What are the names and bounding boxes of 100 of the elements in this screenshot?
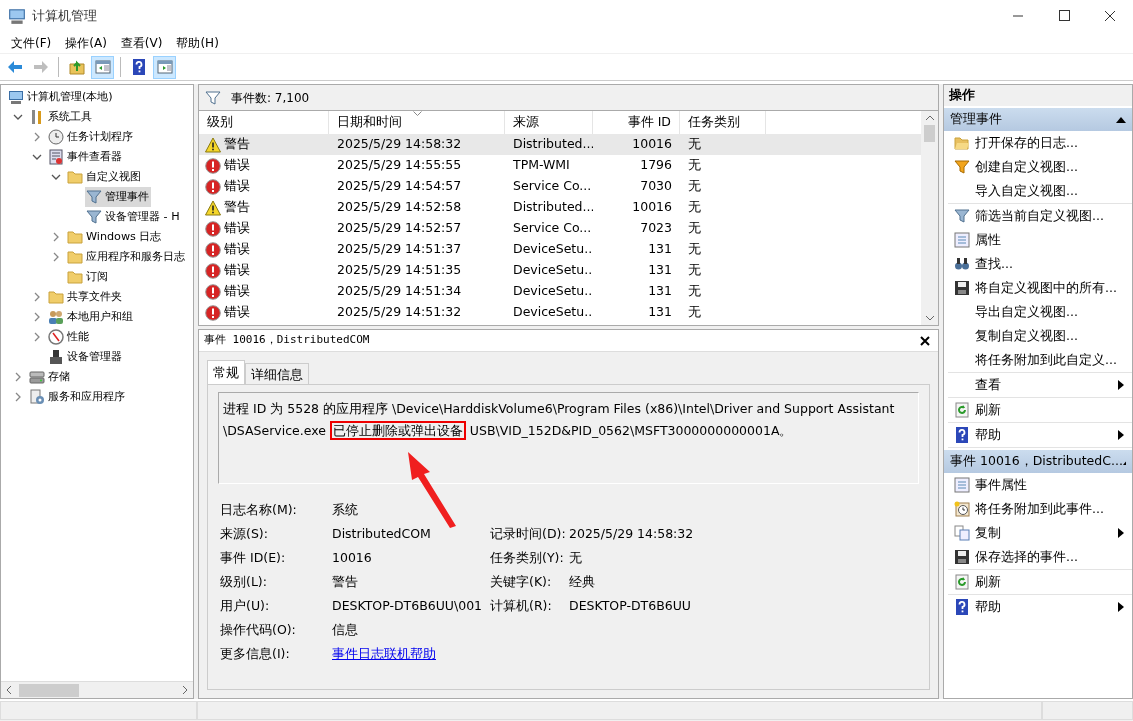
tree-item[interactable]: 共享文件夹 bbox=[47, 287, 124, 307]
tree-item[interactable]: 计算机管理(本地) bbox=[7, 87, 115, 107]
tree-item[interactable]: 订阅 bbox=[66, 267, 110, 287]
action-label: 将任务附加到此事件... bbox=[975, 499, 1104, 518]
show-tree-button[interactable] bbox=[91, 55, 114, 79]
error-icon bbox=[205, 220, 221, 237]
action-item[interactable]: 帮助 bbox=[948, 423, 1132, 447]
tree-item[interactable]: 设备管理器 bbox=[47, 347, 124, 367]
tree-item[interactable]: 本地用户和组 bbox=[47, 307, 135, 327]
tree-item[interactable]: 管理事件 bbox=[85, 187, 151, 207]
tree-item[interactable]: 系统工具 bbox=[28, 107, 94, 127]
action-item[interactable]: 将任务附加到此自定义... bbox=[948, 348, 1132, 372]
action-item[interactable]: 将自定义视图中的所有... bbox=[948, 276, 1132, 300]
action-item[interactable]: 刷新 bbox=[948, 398, 1132, 422]
tree-item[interactable]: 任务计划程序 bbox=[47, 127, 135, 147]
error-icon bbox=[205, 283, 221, 300]
table-row[interactable]: 错误 2025/5/29 14:52:57 Service Co... 7023 无 bbox=[199, 218, 921, 239]
menu-item[interactable]: 文件(F) bbox=[4, 33, 59, 52]
tree-item[interactable]: 事件查看器 bbox=[47, 147, 124, 167]
folder-icon bbox=[67, 249, 83, 265]
table-cell-text: Service Co... bbox=[512, 219, 593, 238]
scrollbar-thumb[interactable] bbox=[19, 683, 79, 697]
tree-item[interactable]: 自定义视图 bbox=[66, 167, 143, 187]
action-item[interactable]: 帮助 bbox=[948, 595, 1132, 619]
tree-item[interactable]: 存储 bbox=[28, 367, 72, 387]
table-cell-text: 7030 bbox=[639, 177, 673, 196]
table-row[interactable]: 错误 2025/5/29 14:51:32 DeviceSetu... 131 无 bbox=[199, 302, 921, 323]
action-item[interactable]: 筛选当前自定义视图... bbox=[948, 204, 1132, 228]
action-item[interactable]: 属性 bbox=[948, 228, 1132, 252]
section-header[interactable]: 事件 10016，DistributedC... bbox=[944, 450, 1132, 473]
event-count: 事件数: 7,100 bbox=[231, 89, 310, 107]
log-book-icon bbox=[48, 149, 64, 165]
tree-item[interactable]: 服务和应用程序 bbox=[28, 387, 127, 407]
action-label: 筛选当前自定义视图... bbox=[975, 206, 1104, 225]
computer-icon bbox=[8, 7, 26, 25]
field-label: 级别(L): bbox=[220, 572, 268, 591]
warning-icon bbox=[205, 136, 221, 153]
table-row[interactable]: 警告 2025/5/29 14:52:58 Distributed... 10016 无 bbox=[199, 197, 921, 218]
tab[interactable]: 常规 bbox=[207, 360, 245, 384]
menu-item[interactable]: 查看(V) bbox=[113, 33, 170, 52]
table-cell-text: 131 bbox=[647, 303, 673, 322]
clock-icon bbox=[954, 501, 970, 517]
scrollbar-thumb[interactable] bbox=[924, 125, 935, 142]
table-row[interactable]: 错误 2025/5/29 14:51:35 DeviceSetu... 131 无 bbox=[199, 260, 921, 281]
help-link[interactable]: 事件日志联机帮助 bbox=[332, 644, 436, 664]
action-item[interactable]: 导出自定义视图... bbox=[948, 300, 1132, 324]
filter-icon bbox=[205, 89, 221, 106]
table-cell-text: 2025/5/29 14:52:57 bbox=[336, 219, 463, 238]
action-item[interactable]: 导入自定义视图... bbox=[948, 179, 1132, 203]
table-row[interactable]: 错误 2025/5/29 14:55:55 TPM-WMI 1796 无 bbox=[199, 155, 921, 176]
disk-drive-icon bbox=[29, 369, 45, 385]
field-value: DESKTOP-DT6B6UU\001 bbox=[332, 596, 484, 615]
action-item[interactable]: 刷新 bbox=[948, 570, 1132, 594]
table-cell-text: 131 bbox=[647, 240, 673, 259]
menu-item[interactable]: 操作(A) bbox=[58, 33, 114, 52]
action-item[interactable]: 保存选择的事件... bbox=[948, 545, 1132, 569]
action-item[interactable]: 打开保存的日志... bbox=[948, 131, 1132, 155]
device-icon bbox=[48, 349, 64, 365]
properties-icon bbox=[954, 477, 970, 493]
tree-item[interactable]: 应用程序和服务日志 bbox=[66, 247, 187, 267]
table-cell-text: 无 bbox=[687, 198, 702, 217]
field-value: 2025/5/29 14:58:32 bbox=[569, 524, 695, 543]
action-item[interactable]: 查看 bbox=[948, 373, 1132, 397]
table-row[interactable]: 警告 2025/5/29 14:58:32 Distributed... 10016 无 bbox=[199, 134, 921, 155]
table-cell-text: 无 bbox=[687, 303, 702, 322]
action-item[interactable]: 将任务附加到此事件... bbox=[948, 497, 1132, 521]
tree-item[interactable]: Windows 日志 bbox=[66, 227, 164, 247]
folder-icon bbox=[954, 135, 970, 151]
close-icon[interactable] bbox=[920, 335, 930, 346]
scrollbar[interactable] bbox=[1, 681, 193, 698]
back-arrow-icon bbox=[6, 59, 23, 75]
action-item[interactable]: 查找... bbox=[948, 252, 1132, 276]
menu-item[interactable]: 帮助(H) bbox=[169, 33, 226, 52]
action-item[interactable]: 复制自定义视图... bbox=[948, 324, 1132, 348]
help-icon bbox=[954, 599, 970, 615]
error-icon bbox=[205, 157, 221, 174]
table-row[interactable]: 错误 2025/5/29 14:51:34 DeviceSetu... 131 无 bbox=[199, 281, 921, 302]
action-item[interactable]: 复制 bbox=[948, 521, 1132, 545]
help-icon bbox=[954, 427, 970, 443]
tree-item[interactable]: 设备管理器 - H bbox=[85, 207, 182, 227]
tree-item[interactable]: 性能 bbox=[47, 327, 91, 347]
action-label: 打开保存的日志... bbox=[975, 133, 1078, 152]
tab[interactable]: 详细信息 bbox=[245, 363, 309, 384]
users-icon bbox=[48, 309, 64, 325]
table-row[interactable]: 错误 2025/5/29 14:51:37 DeviceSetu... 131 无 bbox=[199, 239, 921, 260]
field-value: 经典 bbox=[569, 572, 596, 591]
table-cell-text: DeviceSetu... bbox=[512, 240, 593, 259]
clock-icon bbox=[48, 129, 64, 145]
up-folder-icon bbox=[68, 59, 85, 75]
field-value: 10016 bbox=[332, 548, 373, 567]
scrollbar[interactable] bbox=[921, 111, 938, 325]
action-label: 属性 bbox=[975, 230, 1001, 249]
action-item[interactable]: 创建自定义视图... bbox=[948, 155, 1132, 179]
table-cell-text: 2025/5/29 14:55:55 bbox=[336, 156, 463, 175]
action-item[interactable]: 事件属性 bbox=[948, 473, 1132, 497]
section-header[interactable]: 管理事件 bbox=[944, 108, 1132, 131]
table-row[interactable]: 错误 2025/5/29 14:54:57 Service Co... 7030 无 bbox=[199, 176, 921, 197]
forward-arrow-icon bbox=[32, 59, 49, 75]
table-cell-text: 2025/5/29 14:51:34 bbox=[336, 282, 463, 301]
action-label: 复制 bbox=[975, 523, 1001, 542]
